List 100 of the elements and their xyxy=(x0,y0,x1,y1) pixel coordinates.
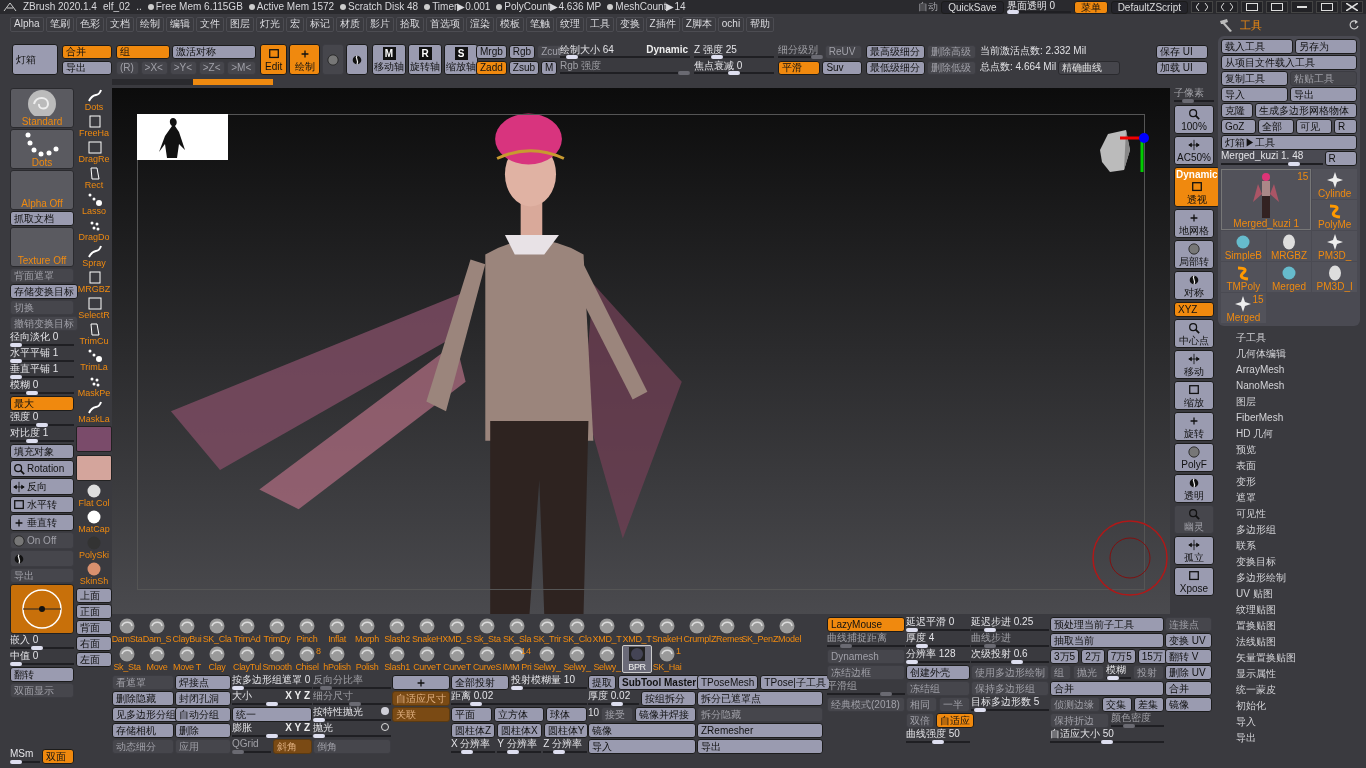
tool-button[interactable]: 水平转 xyxy=(10,496,74,513)
button[interactable]: 圆柱体Y xyxy=(543,723,589,738)
tool-button[interactable]: Rect xyxy=(76,166,112,191)
tool-button[interactable]: AC50% xyxy=(1174,136,1214,165)
button[interactable]: 交集 xyxy=(1102,697,1132,712)
palette-section[interactable]: 子工具 xyxy=(1236,330,1360,346)
menu-item[interactable]: 宏 xyxy=(285,16,304,32)
brush-button[interactable]: XMD_T xyxy=(622,617,652,645)
tool-button[interactable]: 100% xyxy=(1174,105,1214,134)
button[interactable]: 导入 xyxy=(1221,87,1288,102)
slider-thumb[interactable] xyxy=(906,660,918,664)
button[interactable]: 封闭孔洞 xyxy=(175,691,231,706)
slider-thumb[interactable] xyxy=(460,750,473,754)
tool-button[interactable]: M 移动轴 xyxy=(372,44,406,75)
button[interactable]: 最高级细分 xyxy=(866,44,925,59)
slider-thumb[interactable] xyxy=(728,70,740,75)
button[interactable]: 差集 xyxy=(1134,697,1164,712)
button[interactable]: TPoseMesh xyxy=(697,675,759,690)
slider-thumb[interactable] xyxy=(10,760,22,764)
menu-item[interactable]: 渲染 xyxy=(465,16,494,32)
tool-button[interactable]: SelectR xyxy=(76,296,112,321)
slider-thumb[interactable] xyxy=(711,54,723,59)
button[interactable]: 正面 xyxy=(76,604,112,619)
brush-button[interactable]: Move xyxy=(142,645,172,673)
brush-button[interactable]: Clay xyxy=(202,645,232,673)
palette-section[interactable]: 联系 xyxy=(1236,538,1360,554)
menu-item[interactable]: 笔触 xyxy=(525,16,554,32)
brush-button[interactable]: BPR xyxy=(622,645,652,673)
brush-button[interactable]: ZRemes xyxy=(712,617,742,645)
window-button[interactable] xyxy=(1191,1,1213,13)
brush-button[interactable]: Inflat xyxy=(322,617,352,645)
slider-thumb[interactable] xyxy=(10,343,22,347)
menu-item[interactable]: 影片 xyxy=(365,16,394,32)
menu-item[interactable]: 变换 xyxy=(615,16,644,32)
button[interactable]: Suv xyxy=(822,60,862,75)
tool-button[interactable]: SkinSh xyxy=(76,562,112,587)
tool-button[interactable]: 中心点 xyxy=(1174,319,1214,348)
button[interactable]: 抓取文档 xyxy=(10,211,74,226)
button[interactable]: R xyxy=(1333,119,1357,134)
palette-section[interactable]: 显示属性 xyxy=(1236,666,1360,682)
brush-button[interactable]: Slash2 xyxy=(382,617,412,645)
button[interactable]: 导出 xyxy=(1290,87,1357,102)
palette-section[interactable]: 表面 xyxy=(1236,458,1360,474)
menu-item[interactable]: 绘制 xyxy=(135,16,164,32)
button[interactable]: 导入 xyxy=(588,739,696,754)
slider-thumb[interactable] xyxy=(1288,162,1301,166)
slider-thumb[interactable] xyxy=(30,646,43,650)
button[interactable]: 上面 xyxy=(76,588,112,603)
brush-button[interactable]: Polish xyxy=(352,645,382,673)
tool-button[interactable]: 旋转 xyxy=(1174,412,1214,441)
brush-button[interactable]: SK_Sla xyxy=(502,617,532,645)
menu-item[interactable]: 首选项 xyxy=(425,16,464,32)
palette-section[interactable]: 遮罩 xyxy=(1236,490,1360,506)
tool-button[interactable]: Flat Col xyxy=(76,484,112,509)
tool-button[interactable]: FreeHa xyxy=(76,114,112,139)
tool-button[interactable]: MaskPe xyxy=(76,374,112,399)
menu-item[interactable]: 文件 xyxy=(195,16,224,32)
palette-section[interactable]: FiberMesh xyxy=(1236,410,1360,426)
palette-section[interactable]: 置换贴图 xyxy=(1236,618,1360,634)
button[interactable]: 立方体 xyxy=(493,707,545,722)
button[interactable]: 填充对象 xyxy=(10,444,74,459)
tool-button[interactable]: Edit xyxy=(260,44,288,75)
tool-button[interactable]: MaskLa xyxy=(76,400,112,425)
brush-button[interactable]: CurveT xyxy=(442,645,472,673)
tool-button[interactable]: 垂直转 xyxy=(10,514,74,531)
menu-item[interactable]: 图层 xyxy=(225,16,254,32)
button[interactable]: 灯箱▶工具 xyxy=(1221,135,1357,150)
brush-button[interactable]: XMD_S xyxy=(442,617,472,645)
button[interactable]: 圆柱体Z xyxy=(451,723,496,738)
tool-button[interactable]: TrimCu xyxy=(76,322,112,347)
window-button[interactable] xyxy=(1316,1,1338,13)
window-button[interactable] xyxy=(1266,1,1288,13)
button[interactable]: 15万 xyxy=(1137,649,1167,664)
tool-button[interactable]: Spray xyxy=(76,244,112,269)
menu-item[interactable]: 文档 xyxy=(105,16,134,32)
button[interactable]: 提取 xyxy=(588,675,616,690)
brush-button[interactable]: Morph xyxy=(352,617,382,645)
button[interactable]: 全部投射 xyxy=(451,675,510,690)
palette-section[interactable]: HD 几何 xyxy=(1236,426,1360,442)
tool-button[interactable]: 局部转 xyxy=(1174,240,1214,269)
brush-button[interactable]: Sk_Sta xyxy=(472,617,502,645)
button[interactable]: 自适应 xyxy=(936,713,974,728)
tool-button[interactable]: R 旋转轴 xyxy=(408,44,442,75)
palette-section[interactable]: 多边形绘制 xyxy=(1236,570,1360,586)
brush-button[interactable]: Sk_Sta xyxy=(112,645,142,673)
slider-thumb[interactable] xyxy=(469,702,482,706)
tool-button[interactable]: DragRe xyxy=(76,140,112,165)
button[interactable]: 平滑 xyxy=(778,60,821,75)
button[interactable]: 双面 xyxy=(41,749,74,764)
brush-button[interactable]: Crumpl xyxy=(682,617,712,645)
button[interactable]: 精确曲线 xyxy=(1058,60,1120,75)
brush-button[interactable]: SK_Pen xyxy=(742,617,772,645)
button[interactable]: 生成多边形网格物体 xyxy=(1255,103,1357,118)
button[interactable]: 复制工具 xyxy=(1221,71,1288,86)
button[interactable]: 翻转 xyxy=(10,667,74,682)
gyro-widget[interactable] xyxy=(10,584,74,634)
window-button[interactable] xyxy=(1291,1,1313,13)
brush-button[interactable]: hPolish xyxy=(322,645,352,673)
button[interactable]: 导出 xyxy=(62,60,112,75)
button[interactable]: 导出 xyxy=(697,739,823,754)
